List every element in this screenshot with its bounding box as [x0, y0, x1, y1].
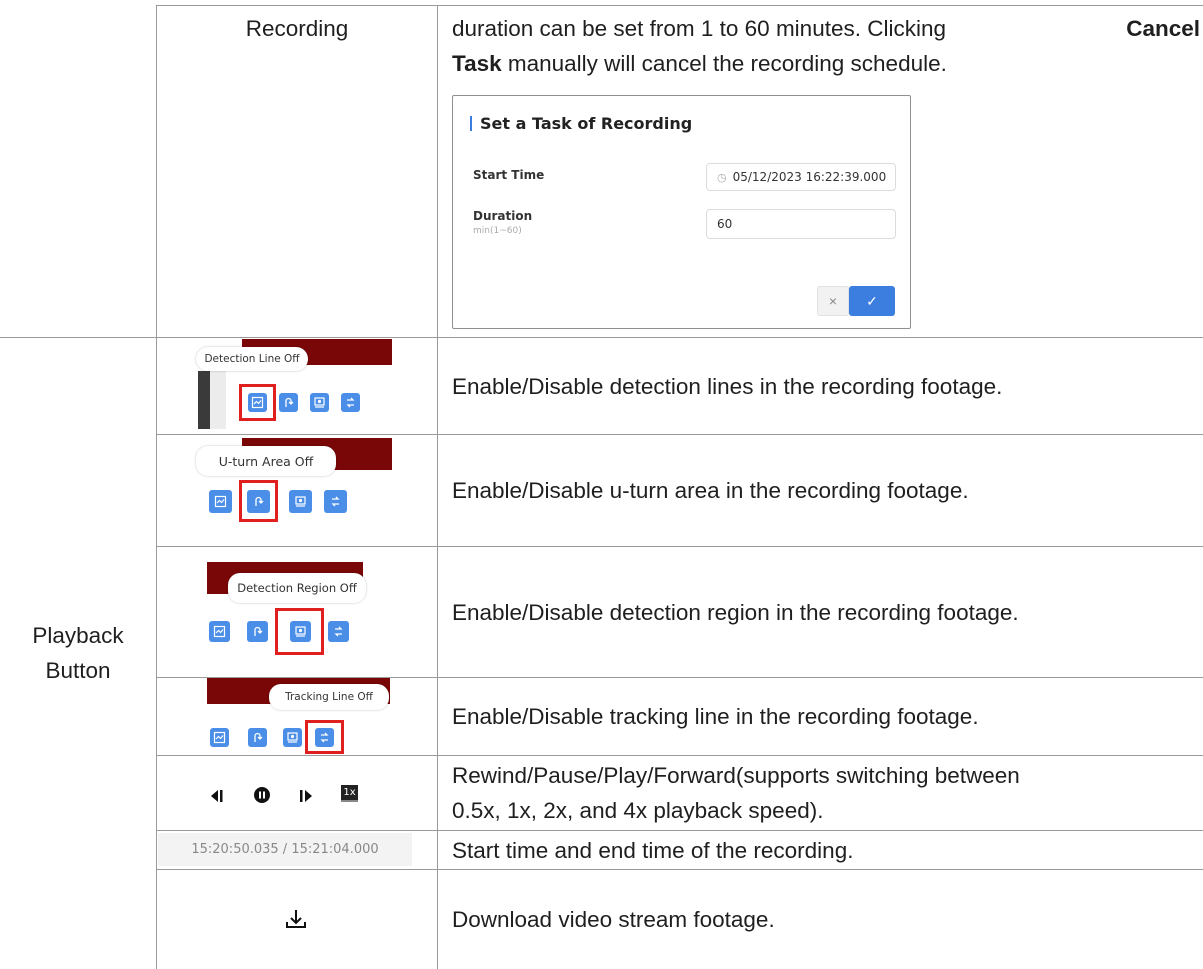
time-range-description: Start time and end time of the recording…	[452, 837, 854, 863]
selected-highlight	[239, 384, 276, 421]
playback-button-group-label: Playback Button	[0, 338, 156, 968]
detection-line-toggle[interactable]	[209, 621, 230, 642]
playback-controls-description: Rewind/Pause/Play/Forward(supports switc…	[452, 756, 1202, 830]
desc-line: Rewind/Pause/Play/Forward(supports switc…	[452, 763, 1020, 788]
tracking-icon	[331, 496, 340, 507]
uturn-icon	[254, 732, 263, 742]
forward-icon[interactable]	[299, 789, 313, 802]
uturn-area-toggle[interactable]	[279, 393, 298, 412]
detection-line-snippet: Detection Line Off	[192, 339, 392, 434]
detection-region-description: Enable/Disable detection region in the r…	[452, 599, 1019, 625]
download-description: Download video stream footage.	[452, 906, 775, 932]
desc-text: duration can be set from 1 to 60 minutes…	[452, 16, 953, 41]
cancel-button[interactable]: ×	[817, 286, 849, 316]
region-icon	[295, 496, 306, 507]
recording-label: Recording	[245, 16, 349, 41]
playback-speed-button[interactable]: 1x	[341, 785, 358, 802]
cancel-task-term: Task	[452, 51, 502, 76]
uturn-area-toggle[interactable]	[248, 728, 267, 747]
start-time-field[interactable]: ◷ 05/12/2023 16:22:39.000	[706, 163, 896, 191]
desc-text: manually will cancel the recording sched…	[501, 51, 947, 76]
line-chart-icon	[213, 625, 226, 638]
detection-line-tooltip: Detection Line Off	[196, 347, 308, 371]
detection-region-toggle[interactable]	[310, 393, 329, 412]
line-chart-icon	[213, 731, 226, 744]
tracking-line-description: Enable/Disable tracking line in the reco…	[452, 704, 979, 729]
column-divider	[156, 5, 157, 969]
video-side-bar	[198, 371, 210, 429]
detection-region-toggle[interactable]	[283, 728, 302, 747]
tracking-line-toggle[interactable]	[328, 621, 349, 642]
group-label-line: Button	[45, 658, 111, 683]
uturn-area-snippet: U-turn Area Off	[192, 435, 392, 546]
playback-controls-snippet: 1x	[205, 779, 358, 809]
start-time-value: 05/12/2023 16:22:39.000	[732, 170, 887, 184]
tracking-icon	[346, 397, 355, 408]
tracking-line-tooltip: Tracking Line Off	[269, 684, 389, 710]
detection-line-description: Enable/Disable detection lines in the re…	[452, 373, 1003, 399]
detection-region-toggle[interactable]	[289, 490, 312, 513]
start-time-label: Start Time	[473, 168, 545, 182]
column-divider	[437, 5, 438, 969]
rewind-icon[interactable]	[210, 789, 224, 802]
region-icon	[287, 732, 298, 743]
detection-line-toggle[interactable]	[209, 490, 232, 513]
duration-label: Duration	[473, 209, 533, 223]
selected-highlight	[305, 720, 344, 754]
time-range-display: 15:20:50.035 / 15:21:04.000	[158, 833, 412, 866]
detection-region-snippet: Detection Region Off	[207, 548, 367, 677]
recording-description: duration can be set from 1 to 60 minutes…	[452, 11, 1200, 81]
dialog-title: Set a Task of Recording	[470, 114, 692, 133]
uturn-area-tooltip: U-turn Area Off	[196, 446, 336, 476]
detection-region-tooltip: Detection Region Off	[228, 573, 366, 603]
tracking-line-snippet: Tracking Line Off	[207, 678, 397, 755]
tracking-line-toggle[interactable]	[341, 393, 360, 412]
uturn-icon	[285, 397, 294, 407]
selected-highlight	[239, 480, 278, 522]
speed-label: 1x	[343, 787, 356, 798]
cancel-task-term: Cancel	[1126, 16, 1200, 41]
duration-field[interactable]: 60	[706, 209, 896, 239]
selected-highlight	[275, 608, 324, 655]
tracking-icon	[334, 626, 343, 637]
recording-task-dialog: Set a Task of Recording Start Time ◷ 05/…	[452, 95, 911, 329]
table-top-border	[156, 5, 1203, 6]
uturn-area-toggle[interactable]	[247, 621, 268, 642]
line-chart-icon	[214, 495, 227, 508]
detection-line-toggle[interactable]	[210, 728, 229, 747]
pause-icon[interactable]	[254, 787, 270, 803]
duration-hint: min(1~60)	[473, 226, 522, 236]
confirm-button[interactable]: ✓	[849, 286, 895, 316]
group-label-line: Playback	[32, 623, 124, 648]
download-icon[interactable]	[285, 908, 307, 930]
region-icon	[314, 397, 325, 408]
title-accent-bar	[470, 116, 472, 131]
desc-line: 0.5x, 1x, 2x, and 4x playback speed).	[452, 798, 824, 823]
uturn-area-description: Enable/Disable u-turn area in the record…	[452, 478, 969, 503]
tracking-line-toggle[interactable]	[324, 490, 347, 513]
clock-icon: ◷	[717, 170, 727, 184]
video-side-bar	[210, 371, 226, 429]
uturn-icon	[254, 626, 263, 636]
